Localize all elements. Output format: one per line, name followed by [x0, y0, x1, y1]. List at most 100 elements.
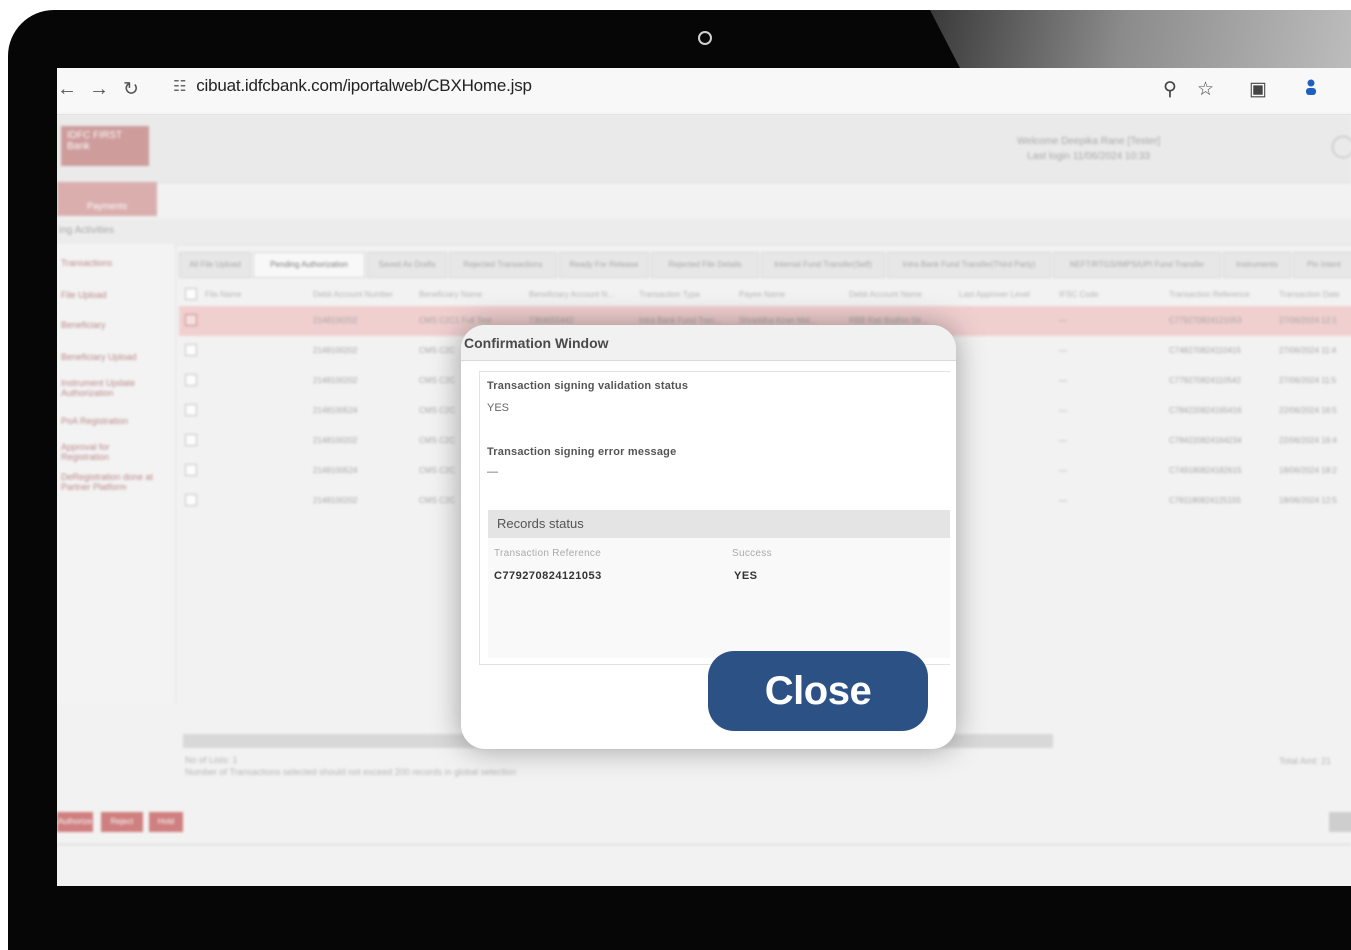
row-beneficiary: CMS C2C	[419, 466, 456, 475]
column-header[interactable]: File Name	[205, 290, 241, 299]
row-account: 2148100202	[313, 346, 358, 355]
row-date: 27/06/2024 12:1	[1279, 316, 1337, 325]
bank-logo: IDFC FIRST Bank	[61, 126, 149, 166]
row-date: 18/06/2024 18:2	[1279, 466, 1337, 475]
sidebar-item-instrument-update[interactable]: Instrument Update Authorization	[57, 378, 153, 398]
pending-activities-bar: ing Activities	[57, 218, 1351, 245]
payments-tab[interactable]: Payments	[57, 182, 157, 216]
row-date: 27/06/2024 11:4	[1279, 346, 1337, 355]
row-reference: C779270824121053	[1169, 316, 1242, 325]
tab-saved-drafts[interactable]: Saved As Drafts	[367, 252, 447, 278]
row-date: 18/06/2024 12:5	[1279, 496, 1337, 505]
column-header[interactable]: Last Approver Level	[959, 290, 1030, 299]
row-ifsc: —	[1059, 466, 1067, 475]
reload-icon[interactable]: ↻	[123, 78, 139, 101]
row-ifsc: —	[1059, 406, 1067, 415]
row-reference: C784220824165416	[1169, 406, 1242, 415]
column-header[interactable]: Transaction Type	[639, 290, 700, 299]
forward-arrow-icon[interactable]: →	[89, 78, 109, 101]
sidebar-item-transactions[interactable]: Transactions	[57, 258, 116, 268]
row-checkbox[interactable]	[185, 494, 197, 506]
bookmark-star-icon[interactable]: ☆	[1197, 78, 1214, 101]
extensions-icon[interactable]: ▣	[1249, 78, 1267, 101]
url-text: cibuat.idfcbank.com/iportalweb/CBXHome.j…	[196, 76, 532, 95]
dialog-body: Transaction signing validation status YE…	[479, 371, 950, 665]
authorize-button[interactable]: Authorize	[57, 812, 93, 832]
row-account: 2148100202	[313, 436, 358, 445]
close-button[interactable]: Close	[708, 651, 928, 731]
tab-rejected-transactions[interactable]: Rejected Transactions	[449, 252, 557, 278]
row-checkbox[interactable]	[185, 374, 197, 386]
row-transaction-type: Intra Bank Fund Tran...	[639, 316, 721, 325]
sidebar-item-beneficiary[interactable]: Beneficiary	[57, 320, 110, 330]
site-settings-icon[interactable]: ☷	[173, 78, 186, 95]
column-header[interactable]: Transaction Reference	[1169, 290, 1250, 299]
sidebar-item-file-upload[interactable]: File Upload	[57, 290, 111, 300]
row-account: 2148100202	[313, 496, 358, 505]
row-beneficiary: CMS C2C1 Full Test	[419, 316, 492, 325]
row-bene-account: 7364655442	[529, 316, 574, 325]
tab-internal-fund-transfer[interactable]: Internal Fund Transfer(Self)	[761, 252, 885, 278]
hold-button[interactable]: Hold	[149, 812, 183, 832]
column-transaction-reference: Transaction Reference	[494, 548, 602, 559]
row-ifsc: —	[1059, 496, 1067, 505]
dialog-title: Confirmation Window	[461, 325, 956, 361]
row-checkbox[interactable]	[185, 344, 197, 356]
row-beneficiary: CMS C2C	[419, 496, 456, 505]
error-message-value: —	[487, 466, 498, 478]
confirmation-dialog: Confirmation Window Transaction signing …	[461, 325, 956, 749]
tab-ready-release[interactable]: Ready For Release	[559, 252, 649, 278]
row-checkbox[interactable]	[185, 464, 197, 476]
column-success: Success	[732, 548, 772, 559]
column-header[interactable]: Debit Account Name	[849, 290, 922, 299]
row-checkbox[interactable]	[185, 434, 197, 446]
row-reference: C781180824125155	[1169, 496, 1241, 505]
secondary-button[interactable]	[1329, 812, 1351, 832]
row-checkbox[interactable]	[185, 314, 197, 326]
tab-pending-authorization[interactable]: Pending Authorization	[253, 252, 365, 278]
back-arrow-icon[interactable]: ←	[57, 78, 77, 101]
sidebar-item-poa-registration[interactable]: PoA Registration	[57, 416, 132, 426]
zoom-icon[interactable]: ⚲	[1163, 78, 1177, 101]
bezel-glare	[930, 10, 1351, 68]
sidebar-item-beneficiary-upload[interactable]: Beneficiary Upload	[57, 352, 141, 362]
profile-icon[interactable]	[1305, 78, 1317, 96]
address-bar[interactable]: ☷ cibuat.idfcbank.com/iportalweb/CBXHome.…	[173, 76, 532, 96]
table-footer: No of Lists: 1 Number of Transactions se…	[185, 755, 517, 777]
row-reference: C784220824164234	[1169, 436, 1242, 445]
reject-button[interactable]: Reject	[101, 812, 143, 832]
tab-rejected-file-details[interactable]: Rejected File Details	[651, 252, 759, 278]
select-all-checkbox[interactable]	[185, 288, 197, 300]
row-account: 2148100202	[313, 376, 358, 385]
tab-strip: All File Upload Pending Authorization Sa…	[179, 252, 1351, 278]
column-header[interactable]: Beneficiary Account N...	[529, 290, 614, 299]
validation-status-label: Transaction signing validation status	[487, 380, 689, 392]
row-debit-account-name: RBB Rati Bodhio Str...	[849, 316, 928, 325]
row-ifsc: —	[1059, 376, 1067, 385]
column-header[interactable]: Beneficiary Name	[419, 290, 482, 299]
tab-intra-bank-transfer[interactable]: Intra Bank Fund Transfer(Third Party)	[887, 252, 1051, 278]
row-date: 27/06/2024 11:5	[1279, 376, 1337, 385]
camera-icon	[698, 31, 712, 45]
row-checkbox[interactable]	[185, 404, 197, 416]
sidebar: Transactions File Upload Beneficiary Ben…	[57, 244, 176, 704]
tab-instruments[interactable]: Instruments	[1223, 252, 1291, 278]
row-beneficiary: CMS C2C	[419, 406, 456, 415]
tab-neft-rtgs[interactable]: NEFT/RTGS/IMPS/UPI Fund Transfer	[1053, 252, 1221, 278]
row-beneficiary: CMS C2C	[419, 346, 456, 355]
sidebar-item-approval-registration[interactable]: Approval for Registration	[57, 442, 137, 462]
column-header[interactable]: Debit Account Number	[313, 290, 393, 299]
row-reference: C779270824110542	[1169, 376, 1241, 385]
column-header[interactable]: Payee Name	[739, 290, 785, 299]
welcome-text: Welcome Deepika Rane [Tester] Last login…	[1017, 136, 1161, 162]
column-header[interactable]: Transaction Date	[1279, 290, 1340, 299]
browser-toolbar: ← → ↻ ☷ cibuat.idfcbank.com/iportalweb/CB…	[57, 68, 1351, 115]
tab-all-file-upload[interactable]: All File Upload	[179, 252, 251, 278]
logout-icon[interactable]	[1332, 136, 1351, 158]
tab-pin-intent[interactable]: Pin Intent	[1293, 252, 1351, 278]
record-reference: C779270824121053	[494, 570, 602, 582]
sidebar-item-deregistration[interactable]: DeRegistration done at Partner Platform	[57, 472, 169, 492]
record-success: YES	[734, 570, 758, 582]
column-header[interactable]: IFSC Code	[1059, 290, 1099, 299]
row-account: 2148100202	[313, 316, 358, 325]
